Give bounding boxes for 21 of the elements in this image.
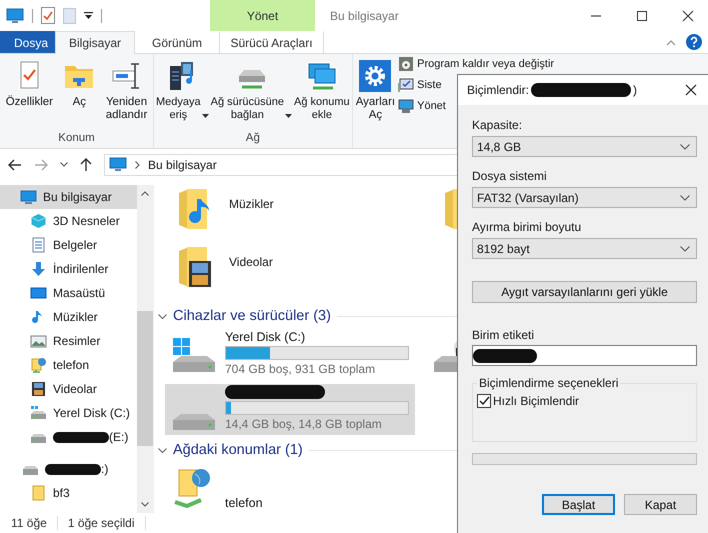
address-path: Bu bilgisayar	[148, 158, 217, 172]
command-label: Ayarları Aç	[356, 96, 396, 122]
group-label: Konum	[57, 132, 96, 146]
window-title: Bu bilgisayar	[330, 8, 399, 22]
selection-count: 1 öğe seçildi	[68, 516, 135, 530]
field-label: Ayırma birimi boyutu	[472, 220, 582, 234]
command-label: Ağ sürücüsüne bağlan	[210, 96, 284, 122]
checkbox-label: Hızlı Biçimlendir	[493, 394, 580, 408]
dialog-title: )	[633, 83, 638, 97]
field-label: Kapasite:	[472, 118, 524, 132]
command-label: Medyaya eriş	[156, 96, 201, 122]
field-label: Birim etiketi	[472, 328, 536, 342]
command-label: Ağ konumu ekle	[294, 96, 350, 122]
command-label: Yeniden adlandır	[106, 96, 148, 122]
command-label: Özellikler	[6, 96, 53, 109]
item-count: 11 öğe	[11, 516, 47, 530]
command-label: Aç	[72, 96, 86, 109]
context-tab-header: Yönet	[210, 0, 315, 31]
group-label: Ağ	[244, 132, 261, 146]
group-title: Biçimlendirme seçenekleri	[478, 376, 620, 390]
dialog-title: Biçimlendir:	[467, 83, 530, 97]
